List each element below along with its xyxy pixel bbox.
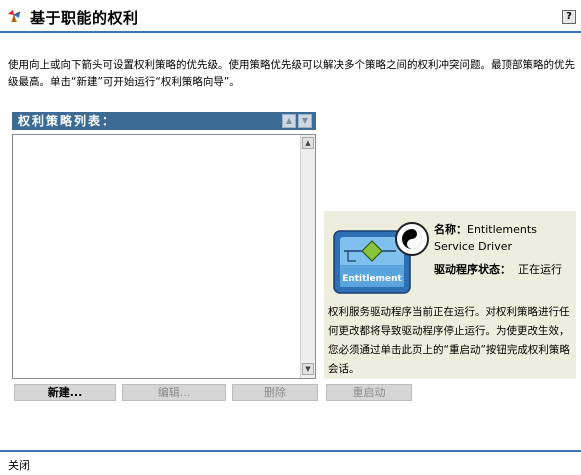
scroll-up-icon[interactable]: ▲	[302, 137, 314, 149]
driver-info-panel: Entitlement 名称：Entitlements Service Driv…	[324, 211, 576, 379]
policy-list-title: 权利策略列表：	[18, 114, 117, 128]
policy-list-panel: 权利策略列表： ▲ ▼ ▲ ▼	[12, 112, 316, 380]
driver-status-label: 驱动程序状态：	[434, 263, 511, 276]
driver-name: 名称：Entitlements Service Driver	[434, 221, 574, 255]
driver-status-value: 正在运行	[518, 263, 562, 276]
driver-status: 驱动程序状态： 正在运行	[434, 261, 574, 278]
page-title: 基于职能的权利	[30, 9, 139, 27]
scroll-down-icon[interactable]: ▼	[302, 363, 314, 375]
move-up-button[interactable]: ▲	[282, 114, 296, 128]
move-down-button[interactable]: ▼	[298, 114, 312, 128]
entitlement-driver-icon: Entitlement	[333, 222, 429, 294]
header-divider	[0, 31, 581, 33]
driver-status-message: 权利服务驱动程序当前正在运行。对权利策略进行任何更改都将导致驱动程序停止运行。为…	[328, 306, 570, 375]
roles-icon	[8, 10, 21, 22]
driver-icon-label: Entitlement	[342, 274, 402, 284]
footer-divider	[0, 450, 581, 452]
driver-name-label: 名称：	[434, 223, 467, 236]
delete-button[interactable]: 删除	[232, 384, 318, 401]
close-link[interactable]: 关闭	[8, 457, 30, 473]
policy-list-header: 权利策略列表：	[12, 112, 316, 130]
list-scrollbar[interactable]: ▲ ▼	[300, 135, 315, 378]
new-button[interactable]: 新建...	[14, 384, 116, 401]
edit-button[interactable]: 编辑...	[122, 384, 226, 401]
restart-button[interactable]: 重启动	[326, 384, 412, 401]
page-description: 使用向上或向下箭头可设置权利策略的优先级。使用策略优先级可以解决多个策略之间的权…	[8, 59, 575, 88]
page-header: 基于职能的权利 ?	[0, 0, 581, 40]
policy-list[interactable]: ▲ ▼	[12, 134, 316, 379]
help-button[interactable]: ?	[562, 10, 576, 24]
